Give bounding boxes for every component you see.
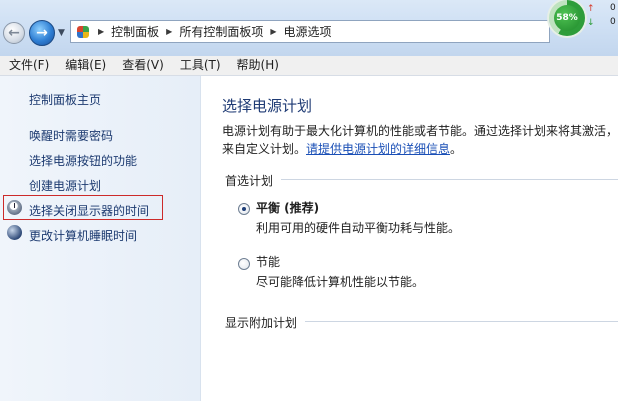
- balanced-plan-description: 利用可用的硬件自动平衡功耗与性能。: [256, 221, 461, 235]
- power-saver-plan-radio[interactable]: [238, 258, 250, 270]
- back-arrow-icon: ←: [8, 25, 20, 41]
- download-arrow-icon: ↓: [587, 18, 595, 28]
- recent-pages-dropdown-icon[interactable]: ▼: [58, 28, 65, 38]
- power-saver-plan-description: 尽可能降低计算机性能以节能。: [256, 275, 425, 289]
- breadcrumb-chevron-icon[interactable]: ▶: [98, 27, 104, 36]
- description-suffix: 。: [450, 142, 463, 156]
- show-additional-plans-toggle[interactable]: 显示附加计划: [225, 314, 297, 331]
- power-button-function-link[interactable]: 选择电源按钮的功能: [29, 152, 137, 169]
- menu-help[interactable]: 帮助(H): [228, 56, 286, 75]
- breadcrumb-power-options[interactable]: 电源选项: [284, 23, 332, 40]
- back-button[interactable]: ←: [3, 22, 25, 44]
- menu-tools[interactable]: 工具(T): [171, 56, 228, 75]
- breadcrumb-chevron-icon[interactable]: ▶: [270, 27, 276, 36]
- window-top-bar: ← → ▼ ▶ 控制面板 ▶ 所有控制面板项 ▶ 电源选项 58% ↑ ↓ 0 …: [0, 0, 618, 56]
- balanced-plan-name[interactable]: 平衡 (推荐): [256, 199, 319, 216]
- menu-bar: 文件(F) 编辑(E) 查看(V) 工具(T) 帮助(H): [0, 56, 618, 76]
- forward-arrow-icon: →: [36, 25, 48, 41]
- section-divider: [281, 179, 618, 180]
- control-panel-home-link[interactable]: 控制面板主页: [29, 91, 101, 108]
- require-password-link[interactable]: 唤醒时需要密码: [29, 127, 113, 144]
- gauge-percent: 58%: [554, 5, 580, 31]
- plan-details-link[interactable]: 请提供电源计划的详细信息: [306, 142, 450, 156]
- menu-view[interactable]: 查看(V): [113, 56, 171, 75]
- description-line-1: 电源计划有助于最大化计算机的性能或者节能。通过选择计划来将其激活，: [222, 124, 618, 138]
- menu-edit[interactable]: 编辑(E): [56, 56, 113, 75]
- section-divider: [305, 321, 618, 322]
- breadcrumb-all-items[interactable]: 所有控制面板项: [179, 23, 263, 40]
- turn-off-display-link[interactable]: 选择关闭显示器的时间: [29, 202, 149, 219]
- forward-button[interactable]: →: [29, 20, 55, 46]
- task-pane: 控制面板主页 唤醒时需要密码 选择电源按钮的功能 创建电源计划 选择关闭显示器的…: [0, 76, 201, 401]
- create-power-plan-link[interactable]: 创建电源计划: [29, 177, 101, 194]
- description-line-2: 来自定义计划。请提供电源计划的详细信息。: [222, 140, 462, 157]
- breadcrumb-chevron-icon[interactable]: ▶: [166, 27, 172, 36]
- preferred-plans-heading: 首选计划: [225, 174, 274, 188]
- download-speed: 0: [610, 17, 616, 27]
- menu-file[interactable]: 文件(F): [0, 56, 56, 75]
- power-saver-plan-name[interactable]: 节能: [256, 253, 280, 270]
- control-panel-icon: [75, 24, 91, 40]
- address-bar[interactable]: ▶ 控制面板 ▶ 所有控制面板项 ▶ 电源选项: [70, 20, 550, 43]
- clock-icon: [7, 200, 22, 215]
- sleep-time-link[interactable]: 更改计算机睡眠时间: [29, 227, 137, 244]
- system-load-gauge: 58%: [549, 0, 585, 36]
- upload-speed: 0: [610, 3, 616, 13]
- description-prefix: 来自定义计划。: [222, 142, 307, 156]
- sleep-moon-icon: [7, 225, 22, 240]
- page-title: 选择电源计划: [222, 97, 313, 115]
- upload-arrow-icon: ↑: [587, 4, 595, 14]
- balanced-plan-radio[interactable]: [238, 203, 250, 215]
- breadcrumb-control-panel[interactable]: 控制面板: [111, 23, 159, 40]
